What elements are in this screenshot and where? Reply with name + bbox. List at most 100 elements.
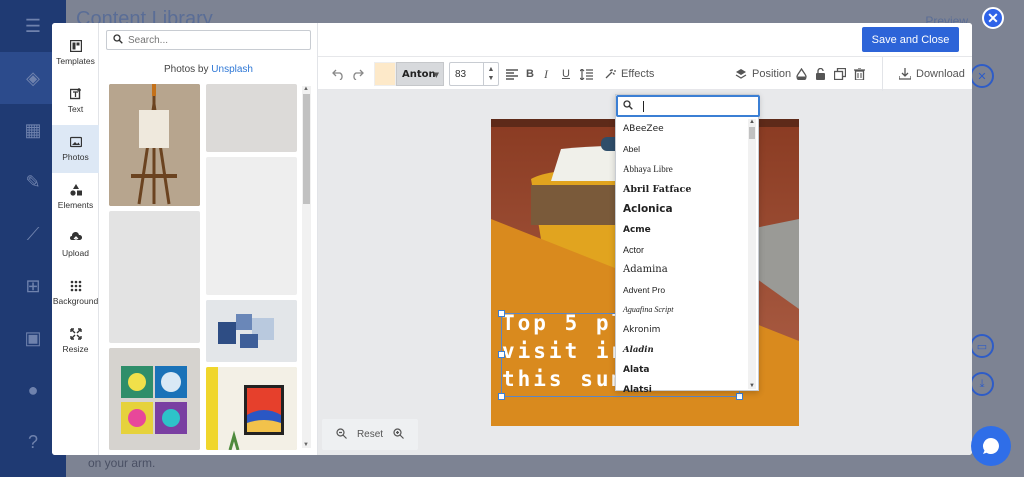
resize-handle-nw[interactable] [498,310,505,317]
effects-label: Effects [621,68,655,80]
position-label: Position [752,68,792,80]
font-option[interactable]: Abhaya Libre [623,159,743,179]
search-icon [113,33,123,47]
zoom-in-icon[interactable] [393,427,404,442]
align-left-icon[interactable] [506,66,518,82]
zoom-reset-button[interactable]: Reset [357,429,383,440]
opacity-icon[interactable] [796,66,807,82]
font-option[interactable]: Aclonica [623,199,743,219]
rail-label: Resize [62,344,89,354]
download-button[interactable]: Download [899,66,965,82]
position-button[interactable]: Position [735,66,791,82]
download-circle-icon[interactable]: ⤓ [970,372,994,396]
rail-label: Text [67,104,84,114]
search-icon [623,99,633,113]
line-spacing-icon[interactable] [580,66,593,82]
scroll-up-icon[interactable]: ▲ [303,86,309,92]
chat-widget-button[interactable] [971,426,1011,466]
trash-icon[interactable] [854,66,865,82]
font-option[interactable]: Abel [623,139,743,159]
photo-thumb-art-canvases[interactable] [109,348,200,450]
templates-icon [69,40,82,52]
toolbar-divider [882,57,883,91]
underline-icon[interactable]: U [562,66,570,82]
photo-panel-scrollbar[interactable]: ▲ ▼ [302,86,311,448]
effects-button[interactable]: Effects [604,66,654,82]
italic-icon[interactable]: I [544,66,548,82]
photo-thumb-easel[interactable] [109,84,200,206]
layers-stack-icon [735,69,747,79]
resize-handle-sw[interactable] [498,393,505,400]
photos-attribution: Photos by Unsplash [99,64,318,75]
font-size-value: 83 [455,68,467,80]
font-list-scrollbar[interactable]: ▲ ▼ [748,119,756,389]
font-option[interactable]: Akronim [623,320,743,340]
text-cursor [643,100,644,112]
edit-icon[interactable]: ▭ [970,334,994,358]
rail-label: Upload [62,248,89,258]
text-color-swatch[interactable] [374,62,396,86]
font-option[interactable]: Advent Pro [623,280,743,300]
unsplash-link[interactable]: Unsplash [211,64,253,75]
photos-panel: Photos by Unsplash [99,23,318,455]
font-options: ABeeZee Abel Abhaya Libre Abril Fatface Aclo… [623,119,743,400]
rail-templates[interactable]: Templates [52,29,99,77]
photo-search-box[interactable] [106,30,311,50]
rail-photos[interactable]: Photos [52,125,99,173]
font-option[interactable]: Aladin [623,340,743,360]
chevron-down-icon: ▼ [433,71,439,79]
scroll-down-icon[interactable]: ▼ [749,383,755,389]
photo-thumb-linen[interactable] [109,211,200,343]
close-modal-button[interactable]: ✕ [982,7,1004,29]
scrollbar-thumb[interactable] [749,127,755,139]
background-text: on your arm. [88,456,156,470]
font-option[interactable]: Aguafina Script [623,300,743,320]
undo-icon[interactable] [332,66,345,82]
font-option[interactable]: Abril Fatface [623,179,743,199]
upload-icon [69,232,82,244]
close-circle-icon[interactable]: ✕ [970,64,994,88]
chat-icon [983,438,999,454]
scrollbar-thumb[interactable] [303,94,310,204]
font-option[interactable]: Alata [623,360,743,380]
photo-thumb-white-texture[interactable] [206,84,297,152]
font-size-stepper[interactable]: ▲ ▼ [483,63,498,85]
zoom-out-icon[interactable] [336,427,347,442]
photo-grid [109,84,299,450]
resize-handle-w[interactable] [498,351,505,358]
rail-text[interactable]: Text [52,77,99,125]
font-option[interactable]: Actor [623,240,743,260]
rail-background[interactable]: Background [52,269,99,317]
photo-thumb-paper[interactable] [206,157,297,295]
scroll-up-icon[interactable]: ▲ [749,119,755,125]
rail-resize[interactable]: Resize [52,317,99,365]
duplicate-icon[interactable] [834,66,846,82]
font-option[interactable]: ABeeZee [623,119,743,139]
font-option[interactable]: Adamina [623,260,743,280]
redo-icon[interactable] [351,66,364,82]
stepper-down-icon[interactable]: ▼ [488,74,495,83]
photo-thumb-yellow-frame[interactable] [206,367,297,450]
photo-search-input[interactable] [128,34,298,46]
font-option[interactable]: Alatsi [623,380,743,400]
download-label: Download [916,68,965,80]
font-family-value: Anton [402,68,436,80]
background-icon [70,280,82,292]
font-family-dropdown[interactable]: Anton ▼ [396,62,444,86]
rail-label: Templates [56,56,95,66]
font-search-box[interactable] [616,95,760,117]
font-option[interactable]: Acme [623,219,743,239]
save-and-close-button[interactable]: Save and Close [862,27,959,52]
effects-icon [605,69,616,79]
bold-icon[interactable]: B [526,66,534,82]
scroll-down-icon[interactable]: ▼ [303,442,309,448]
lock-icon[interactable] [815,66,826,82]
photos-icon [69,136,82,148]
editor-topbar: Save and Close [318,23,972,56]
font-size-input[interactable]: 83 ▲ ▼ [449,62,499,86]
photos-by-text: Photos by [164,64,209,75]
rail-elements[interactable]: Elements [52,173,99,221]
photo-thumb-frames[interactable] [206,300,297,362]
stepper-up-icon[interactable]: ▲ [488,65,495,74]
rail-upload[interactable]: Upload [52,221,99,269]
